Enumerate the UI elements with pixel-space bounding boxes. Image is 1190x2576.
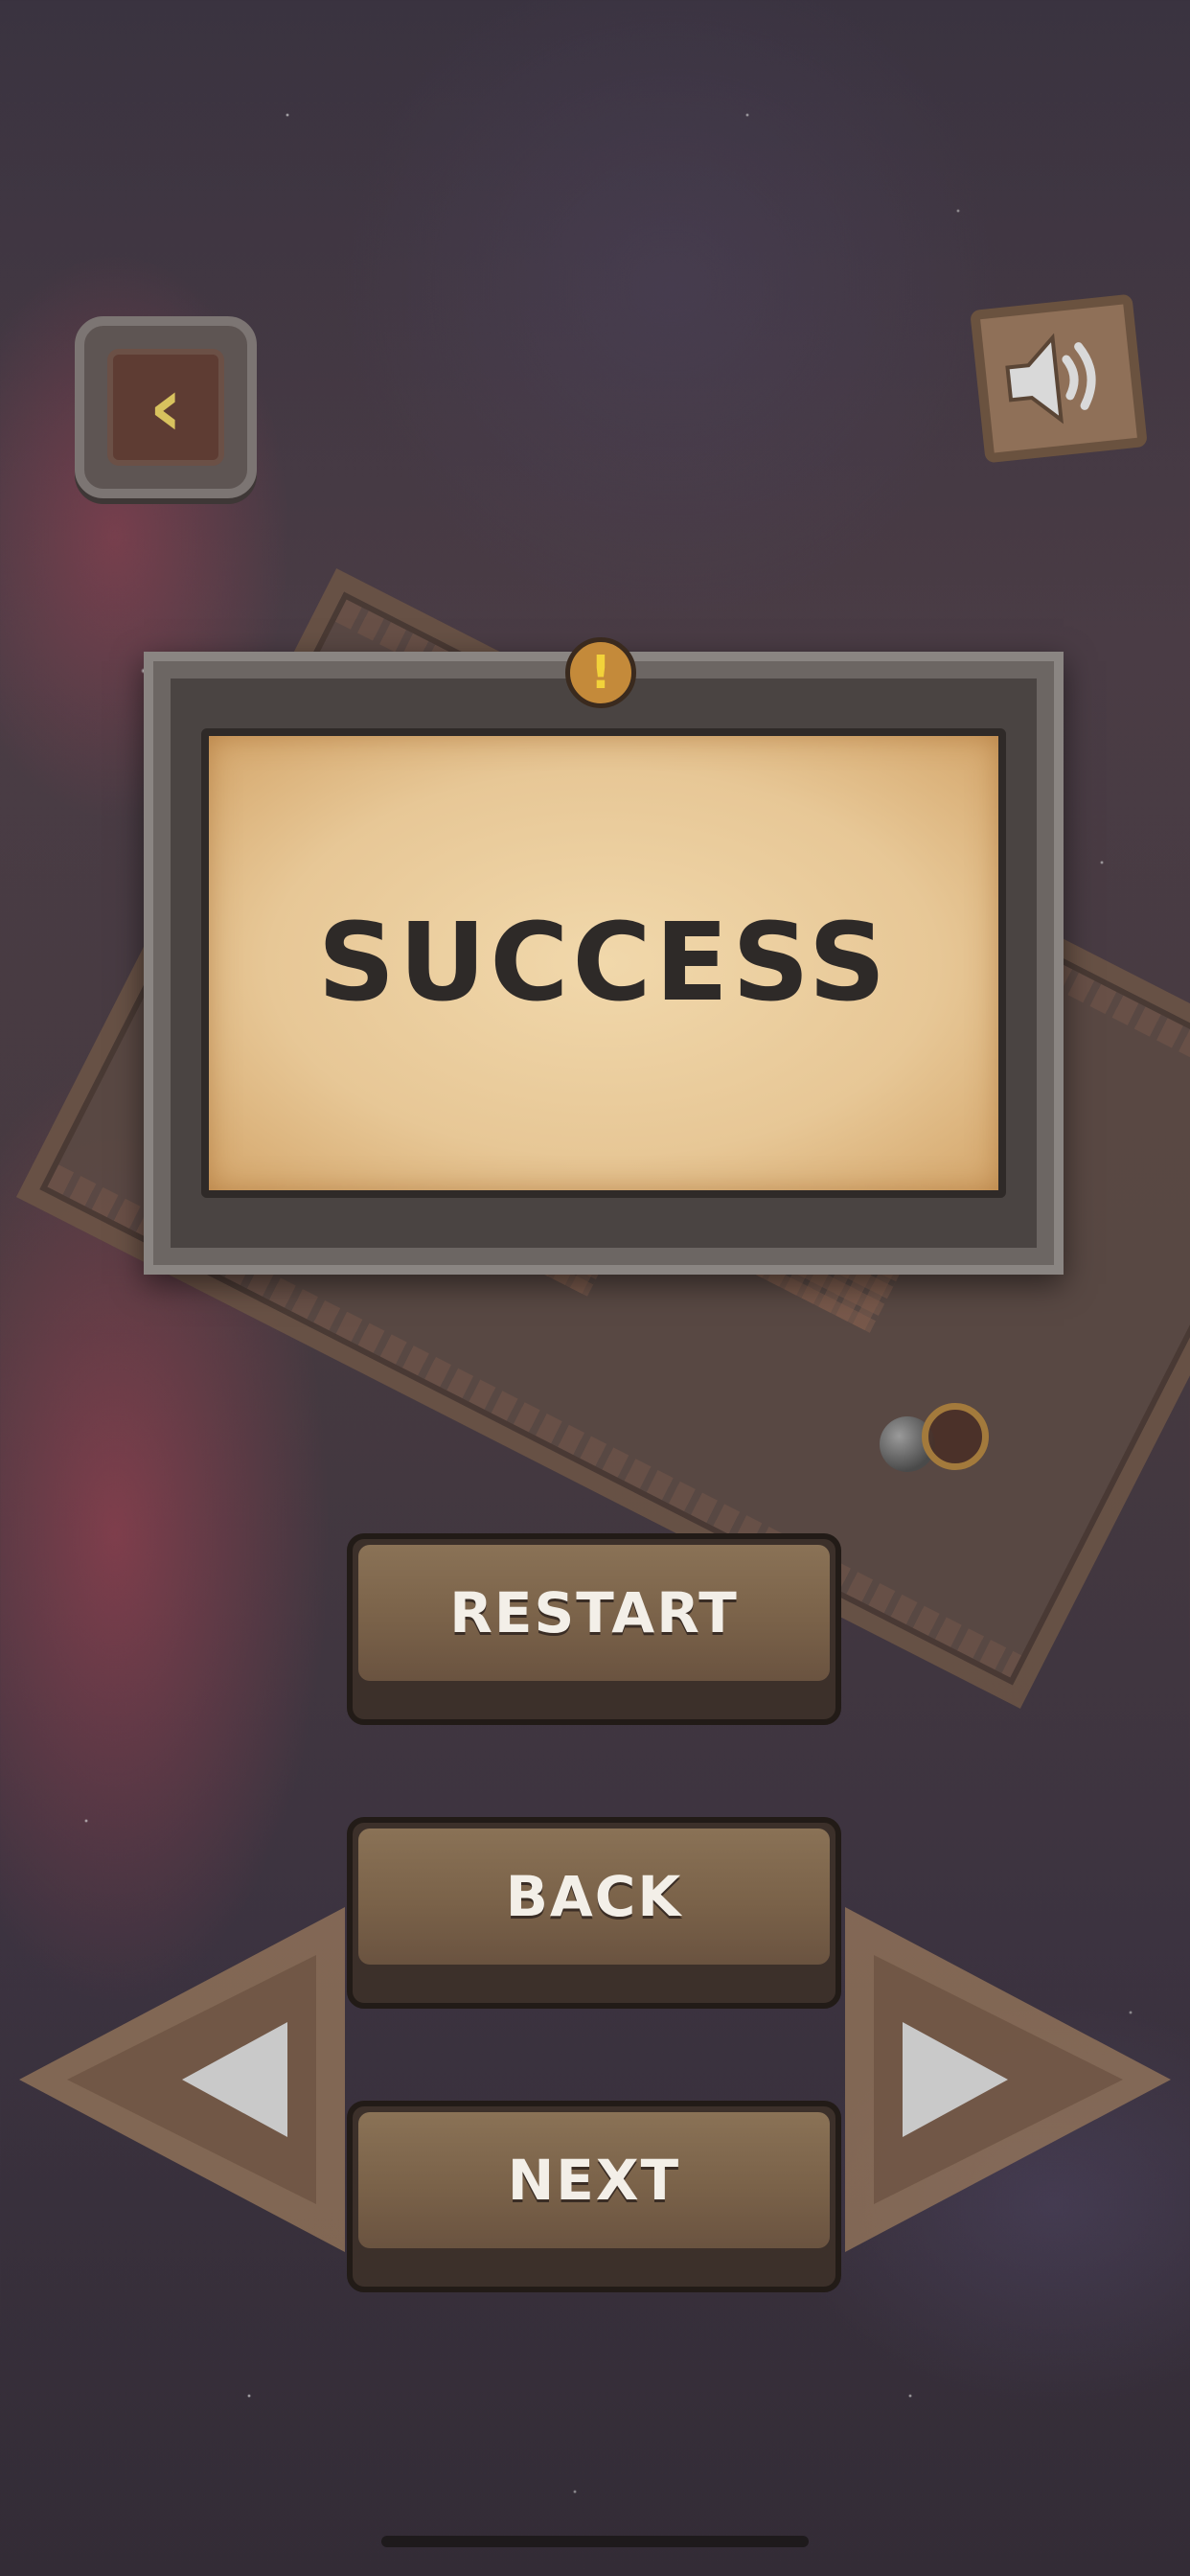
speaker-volume-icon: [1005, 333, 1096, 425]
parchment-panel: SUCCESS: [201, 728, 1006, 1198]
sound-toggle-button[interactable]: [970, 293, 1148, 464]
next-button[interactable]: NEXT: [347, 2101, 841, 2292]
dialog-title: SUCCESS: [317, 901, 890, 1025]
back-icon-button[interactable]: ‹: [75, 316, 257, 498]
restart-button-label: RESTART: [449, 1580, 739, 1645]
triangle-right-icon[interactable]: [826, 1898, 1190, 2262]
home-indicator[interactable]: [381, 2536, 809, 2547]
exclamation-icon: !: [565, 637, 636, 708]
goal-hole: [922, 1403, 989, 1470]
back-button[interactable]: BACK: [347, 1817, 841, 2009]
triangle-left-icon[interactable]: [0, 1898, 364, 2262]
next-button-label: NEXT: [507, 2148, 681, 2213]
chevron-left-icon: ‹: [107, 349, 224, 466]
result-dialog: SUCCESS: [144, 652, 1064, 1275]
back-button-label: BACK: [505, 1864, 683, 1929]
restart-button[interactable]: RESTART: [347, 1533, 841, 1725]
